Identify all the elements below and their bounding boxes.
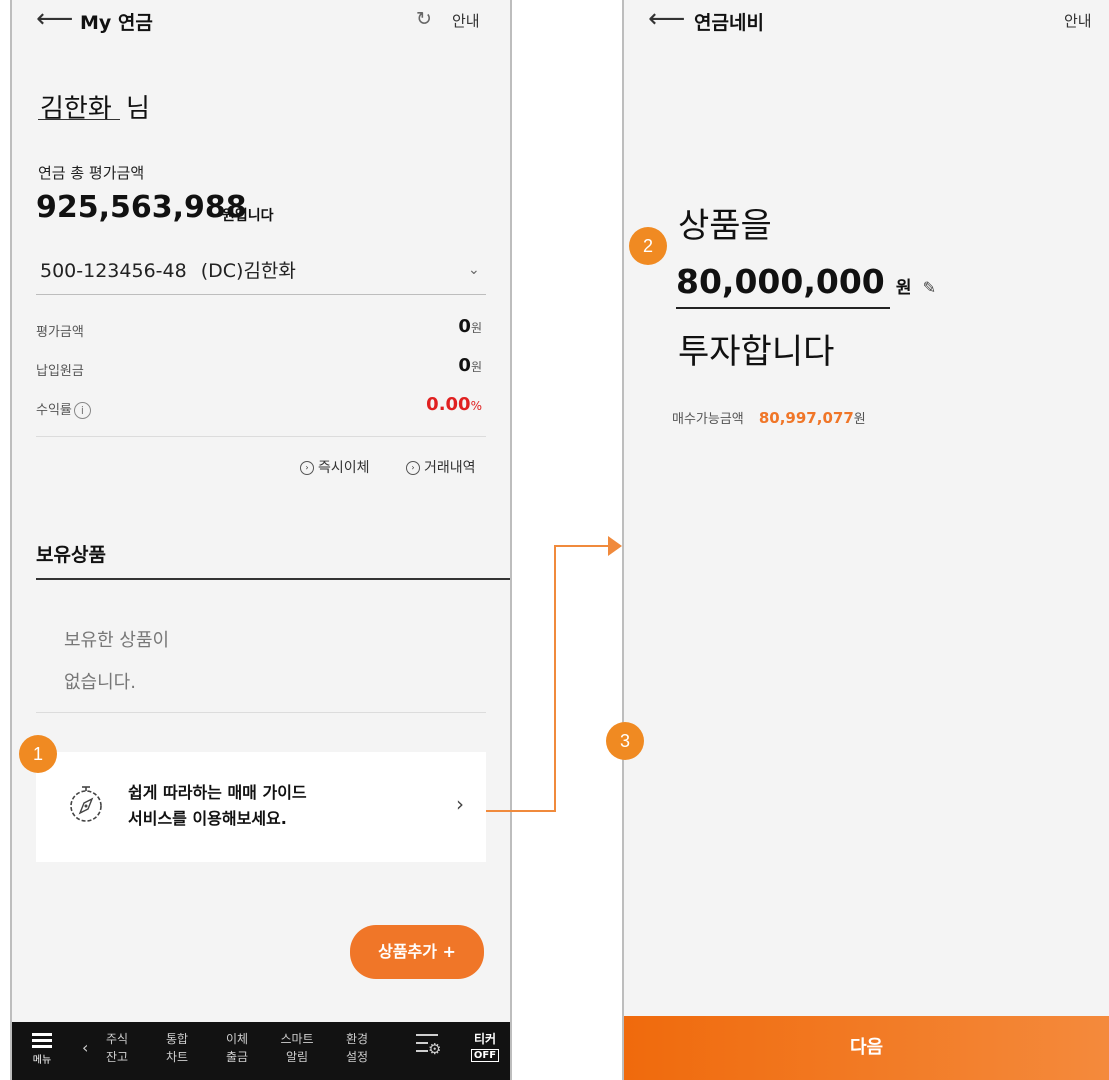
holdings-title: 보유상품 bbox=[36, 544, 106, 566]
ticker-toggle[interactable]: 티커 OFF bbox=[468, 1030, 502, 1062]
total-unit: 원입니다 bbox=[222, 208, 274, 224]
nav-item-stock-balance[interactable]: 주식 잔고 bbox=[100, 1030, 134, 1066]
transaction-history-link[interactable]: › 거래내역 bbox=[406, 457, 476, 477]
name-suffix: 님 bbox=[126, 94, 150, 124]
arrow-circle-icon: › bbox=[406, 461, 420, 475]
nav-item-smart-alert[interactable]: 스마트 알림 bbox=[280, 1030, 314, 1066]
invest-amount-unit: 원 bbox=[895, 278, 912, 298]
nav-item-settings[interactable]: 환경 설정 bbox=[340, 1030, 374, 1066]
account-type-name: (DC)김한화 bbox=[200, 260, 296, 282]
compass-icon bbox=[66, 784, 106, 824]
invest-amount-field[interactable]: 80,000,000 원 ✎ bbox=[676, 262, 936, 301]
page-title: 연금네비 bbox=[694, 12, 764, 34]
available-amount: 매수가능금액 80,997,077원 bbox=[672, 409, 866, 427]
principal-label: 납입원금 bbox=[36, 364, 84, 379]
menu-button[interactable]: 메뉴 bbox=[30, 1030, 54, 1066]
chevron-right-icon: › bbox=[456, 792, 464, 816]
return-rate-label: 수익률 i bbox=[36, 399, 91, 419]
amount-underline bbox=[676, 307, 890, 309]
back-arrow-icon[interactable]: ⟵ bbox=[36, 6, 73, 32]
step-badge-1: 1 bbox=[19, 735, 57, 773]
connector-top bbox=[554, 545, 612, 547]
connector-horizontal bbox=[486, 810, 556, 812]
divider bbox=[36, 712, 486, 713]
connector-arrowhead bbox=[608, 536, 622, 556]
next-button[interactable]: 다음 bbox=[624, 1016, 1109, 1080]
bottom-navbar: 메뉴 ‹ 주식 잔고 통합 차트 이체 출금 스마트 알림 환경 설정 ⚙ 티커 OFF bbox=[12, 1022, 510, 1080]
instant-transfer-link[interactable]: › 즉시이체 bbox=[300, 457, 370, 477]
invest-amount: 80,000,000 bbox=[676, 262, 885, 301]
nav-item-transfer[interactable]: 이체 출금 bbox=[220, 1030, 254, 1066]
trading-guide-card[interactable]: 쉽게 따라하는 매매 가이드 서비스를 이용해보세요. › bbox=[36, 752, 486, 862]
connector-vertical bbox=[554, 545, 556, 812]
invest-line3: 투자합니다 bbox=[678, 332, 835, 372]
edit-menu-gear-icon[interactable]: ⚙ bbox=[416, 1034, 446, 1058]
pension-navi-screen: ⟵ 연금네비 안내 상품을 80,000,000 원 ✎ 투자합니다 매수가능금… bbox=[622, 0, 1109, 1080]
page-title: My 연금 bbox=[80, 12, 153, 34]
empty-holdings-line2: 없습니다. bbox=[64, 672, 136, 693]
principal-value: 0원 bbox=[458, 355, 482, 376]
total-amount: 925,563,988 bbox=[36, 190, 247, 225]
account-selector[interactable]: 500-123456-48 (DC)김한화 bbox=[40, 256, 296, 283]
guide-line2: 서비스를 이용해보세요. bbox=[128, 809, 287, 828]
back-arrow-icon[interactable]: ⟵ bbox=[648, 6, 685, 32]
eval-amount-value: 0원 bbox=[458, 316, 482, 337]
chevron-down-icon[interactable]: ⌄ bbox=[468, 262, 480, 278]
eval-amount-label: 평가금액 bbox=[36, 325, 84, 340]
account-number: 500-123456-48 bbox=[40, 260, 187, 282]
arrow-circle-icon: › bbox=[300, 461, 314, 475]
divider bbox=[36, 436, 486, 437]
info-link[interactable]: 안내 bbox=[1064, 10, 1092, 31]
my-pension-screen: ⟵ My 연금 ↻ 안내 김한화 님 연금 총 평가금액 925,563,988… bbox=[10, 0, 512, 1080]
name-underline bbox=[38, 119, 120, 120]
step-badge-2: 2 bbox=[629, 227, 667, 265]
total-label: 연금 총 평가금액 bbox=[38, 164, 145, 182]
info-icon[interactable]: i bbox=[73, 402, 91, 419]
nav-item-chart[interactable]: 통합 차트 bbox=[160, 1030, 194, 1066]
add-product-button[interactable]: 상품추가 + bbox=[350, 925, 484, 979]
invest-line1: 상품을 bbox=[678, 206, 772, 246]
pencil-icon[interactable]: ✎ bbox=[923, 278, 936, 297]
divider bbox=[36, 294, 486, 295]
return-rate-value: 0.00% bbox=[426, 394, 482, 415]
guide-line1: 쉽게 따라하는 매매 가이드 bbox=[128, 783, 307, 802]
step-badge-3: 3 bbox=[606, 722, 644, 760]
info-link[interactable]: 안내 bbox=[452, 10, 480, 31]
holdings-divider bbox=[36, 578, 510, 580]
refresh-icon[interactable]: ↻ bbox=[416, 8, 432, 30]
empty-holdings-line1: 보유한 상품이 bbox=[64, 630, 170, 651]
chevron-left-icon[interactable]: ‹ bbox=[82, 1038, 88, 1057]
